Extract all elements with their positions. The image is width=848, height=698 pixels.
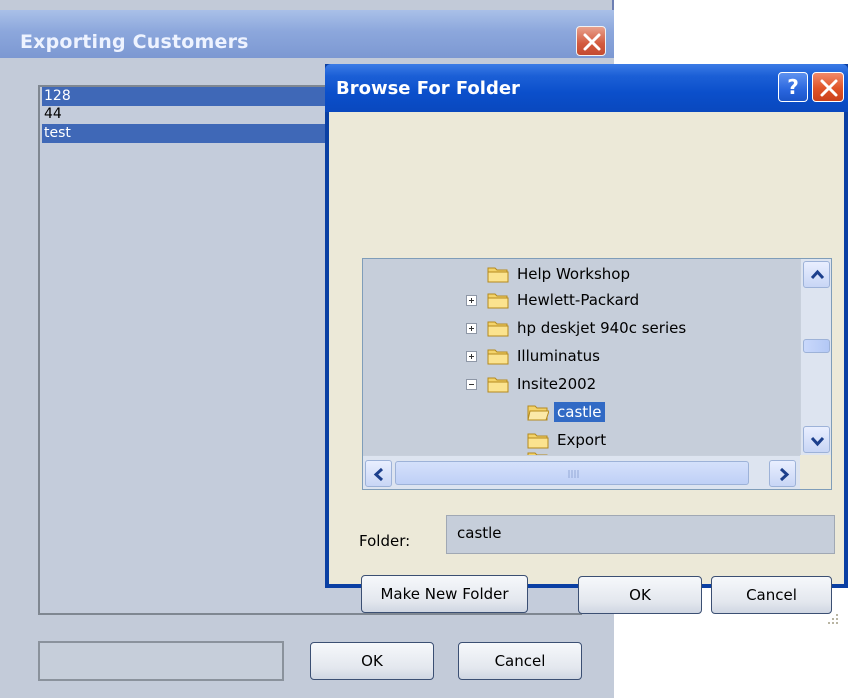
scroll-thumb[interactable]	[395, 461, 749, 485]
tree-item-label: castle	[554, 402, 605, 422]
close-button[interactable]	[812, 72, 844, 102]
folder-icon	[527, 433, 549, 449]
chevron-left-icon	[373, 467, 384, 482]
chevron-right-icon	[779, 467, 790, 482]
horizontal-scrollbar[interactable]	[363, 455, 831, 489]
grip-icon	[568, 470, 579, 478]
dialog-title: Exporting Customers	[20, 31, 249, 53]
folder-tree[interactable]: Help Workshop Hewlett-Packard hp deskjet…	[362, 258, 832, 490]
tree-item-label: Help Workshop	[517, 265, 630, 283]
expand-icon[interactable]	[466, 322, 477, 334]
list-item[interactable]: 128	[42, 87, 328, 106]
resize-grip-icon[interactable]	[826, 612, 840, 626]
close-icon	[820, 79, 838, 97]
list-item[interactable]: 44	[42, 106, 328, 124]
tree-item-selected[interactable]: castle	[527, 399, 605, 425]
scroll-thumb[interactable]	[803, 339, 830, 353]
ok-button[interactable]: OK	[310, 642, 434, 680]
folder-icon	[487, 267, 509, 283]
tree-item-label: Insite2002	[517, 375, 597, 393]
tree-item-label: Hewlett-Packard	[517, 291, 640, 309]
cancel-button[interactable]: Cancel	[711, 576, 832, 614]
scroll-down-button[interactable]	[803, 426, 830, 453]
help-icon: ?	[787, 75, 799, 99]
folder-icon	[487, 321, 509, 337]
tree-item[interactable]: hp deskjet 940c series	[466, 315, 689, 341]
tree-item[interactable]: Export	[527, 427, 609, 453]
ok-button[interactable]: OK	[578, 576, 702, 614]
folder-field-label: Folder:	[359, 532, 411, 550]
dialog-body: Help Workshop Hewlett-Packard hp deskjet…	[329, 112, 844, 624]
status-field	[38, 641, 284, 681]
close-icon	[583, 33, 601, 51]
tree-item[interactable]: Insite2002	[466, 371, 599, 397]
scrollbar-corner	[800, 455, 831, 489]
tree-item-label: Export	[557, 431, 607, 449]
expand-icon[interactable]	[466, 350, 477, 362]
chevron-down-icon	[810, 436, 825, 447]
scroll-up-button[interactable]	[803, 261, 830, 288]
make-new-folder-button[interactable]: Make New Folder	[361, 575, 528, 613]
title-bar[interactable]: Browse For Folder ?	[325, 64, 848, 112]
folder-icon	[487, 293, 509, 309]
vertical-scrollbar[interactable]	[800, 259, 831, 455]
tree-item-label: Illuminatus	[517, 347, 600, 365]
close-button[interactable]	[576, 26, 606, 56]
tree-item[interactable]: Help Workshop	[487, 261, 633, 287]
title-bar[interactable]: Exporting Customers	[0, 10, 614, 58]
folder-icon	[487, 349, 509, 365]
expand-icon[interactable]	[466, 294, 477, 306]
scroll-left-button[interactable]	[365, 460, 392, 487]
chevron-up-icon	[810, 269, 825, 280]
tree-item-label: hp deskjet 940c series	[517, 319, 687, 337]
folder-input[interactable]: castle	[446, 515, 835, 554]
browse-for-folder-dialog: Browse For Folder ? Help Workshop Hewlet…	[325, 64, 848, 624]
cancel-button[interactable]: Cancel	[458, 642, 582, 680]
dialog-title: Browse For Folder	[336, 78, 520, 99]
tree-item[interactable]: Illuminatus	[466, 343, 603, 369]
collapse-icon[interactable]	[466, 378, 477, 390]
help-button[interactable]: ?	[778, 72, 808, 102]
open-folder-icon	[527, 405, 549, 421]
tree-item[interactable]: Hewlett-Packard	[466, 287, 642, 313]
folder-icon	[487, 377, 509, 393]
list-item[interactable]: test	[42, 124, 328, 143]
scroll-right-button[interactable]	[769, 460, 796, 487]
